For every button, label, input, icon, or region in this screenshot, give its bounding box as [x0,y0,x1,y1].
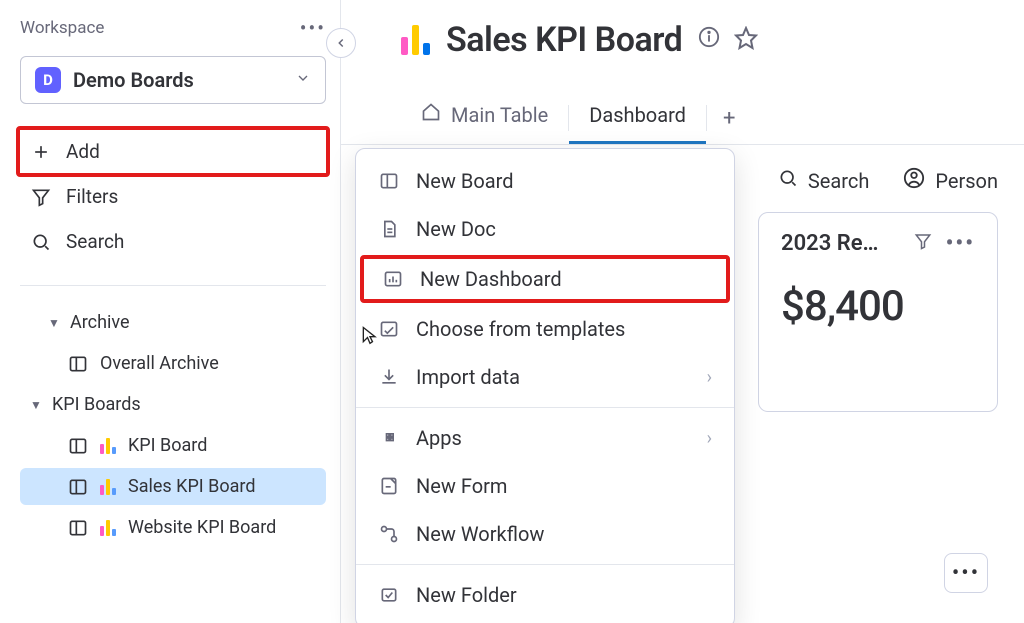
tree-item-label: Overall Archive [100,353,219,374]
toolbar-person-label: Person [935,169,998,193]
page-title: Sales KPI Board [446,20,682,60]
bars-icon [100,479,116,495]
chevron-down-icon [295,70,311,90]
menu-label: Import data [416,365,520,389]
card-value: $8,400 [781,282,975,331]
bars-icon [100,438,116,454]
sidebar: Workspace ••• D Demo Boards Add Filters [0,0,341,623]
menu-label: Apps [416,426,462,450]
menu-label: New Doc [416,217,496,241]
tree-kpi-board[interactable]: KPI Board [20,427,326,464]
plus-icon [30,142,52,162]
menu-label: New Board [416,169,513,193]
board-icon [68,477,90,497]
chevron-right-icon: › [707,367,712,388]
tree-item-label: Website KPI Board [128,517,276,538]
star-icon[interactable] [734,26,758,54]
collapse-sidebar-button[interactable] [326,28,356,58]
card-title: 2023 Re… [781,231,879,256]
kpi-card[interactable]: 2023 Re… ••• $8,400 [758,212,998,412]
menu-new-folder[interactable]: New Folder [356,571,734,619]
menu-new-board[interactable]: New Board [356,157,734,205]
filters-label: Filters [66,185,118,208]
workspace-selector[interactable]: D Demo Boards [20,56,326,104]
menu-choose-templates[interactable]: Choose from templates [356,305,734,353]
workspace-name: Demo Boards [73,68,283,92]
tree-item-label: KPI Board [128,435,207,456]
menu-label: New Workflow [416,522,544,546]
bars-icon [100,520,116,536]
widget-menu-button[interactable]: ••• [944,553,988,593]
caret-down-icon: ▼ [48,316,60,330]
menu-new-form[interactable]: New Form [356,462,734,510]
menu-apps[interactable]: Apps › [356,414,734,462]
board-icon [68,436,90,456]
filter-icon [30,187,52,207]
menu-new-workflow[interactable]: New Workflow [356,510,734,558]
search-icon [778,168,798,193]
title-row: Sales KPI Board [341,12,1024,68]
import-icon [378,367,400,387]
filter-icon[interactable] [914,231,932,256]
board-icon [378,171,400,191]
tree-archive[interactable]: ▼ Archive [20,304,326,341]
tab-label: Dashboard [589,103,686,127]
workflow-icon [378,524,400,544]
menu-import-data[interactable]: Import data › [356,353,734,401]
add-menu: New Board New Doc New Dashboard Choose f… [355,148,735,623]
add-button[interactable]: Add [16,126,330,177]
menu-label: New Form [416,474,507,498]
apps-icon [378,428,400,448]
doc-icon [378,219,400,239]
tabs: Main Table Dashboard + [341,92,1024,145]
tree-item-label: Sales KPI Board [128,476,256,497]
card-menu-icon[interactable]: ••• [946,231,975,256]
person-icon [903,167,925,194]
template-icon [378,319,400,339]
tree-overall-archive[interactable]: Overall Archive [20,345,326,382]
menu-separator [356,407,734,408]
toolbar-search[interactable]: Search [778,167,869,194]
home-icon [421,102,441,127]
sidebar-tree: ▼ Archive Overall Archive ▼ KPI Boards [20,304,326,546]
filters-button[interactable]: Filters [20,175,326,218]
tree-kpi-boards[interactable]: ▼ KPI Boards [20,386,326,423]
sidebar-search-button[interactable]: Search [20,220,326,263]
workspace-menu-icon[interactable]: ••• [300,16,326,40]
caret-down-icon: ▼ [30,398,42,412]
tab-label: Main Table [451,103,548,127]
menu-label: Choose from templates [416,317,625,341]
add-label: Add [66,140,100,163]
board-icon [68,518,90,538]
folder-icon [378,585,400,605]
tree-website-kpi-board[interactable]: Website KPI Board [20,509,326,546]
chevron-right-icon: › [707,428,712,449]
toolbar-search-label: Search [808,169,869,193]
tree-archive-label: Archive [70,312,130,333]
menu-separator [356,564,734,565]
bars-icon [401,25,430,55]
board-icon [68,354,90,374]
dashboard-icon [382,269,404,289]
toolbar-person[interactable]: Person [903,167,998,194]
divider [20,285,326,286]
tree-kpi-label: KPI Boards [52,394,141,415]
menu-label: New Dashboard [420,267,562,291]
add-tab-button[interactable]: + [707,106,751,131]
menu-new-doc[interactable]: New Doc [356,205,734,253]
tree-sales-kpi-board[interactable]: Sales KPI Board [20,468,326,505]
menu-new-dashboard[interactable]: New Dashboard [360,255,730,303]
form-icon [378,476,400,496]
menu-label: New Folder [416,583,517,607]
workspace-label: Workspace [20,18,104,38]
main-panel: Sales KPI Board Main Table Dashboard [341,0,1024,623]
info-icon[interactable] [698,26,720,54]
tab-dashboard[interactable]: Dashboard [569,93,706,144]
search-icon [30,232,52,252]
sidebar-search-label: Search [66,230,124,253]
tab-main-table[interactable]: Main Table [401,92,568,144]
workspace-chip: D [35,67,61,93]
